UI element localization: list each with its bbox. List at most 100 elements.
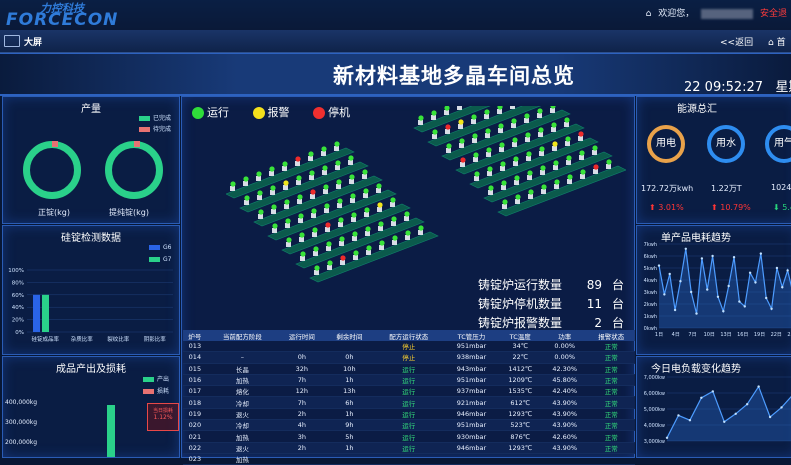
table-cell: 1h	[325, 442, 374, 454]
unit-power-chart: 7kwh6kwh5kwh4kwh3kwh2kwh1kwh0kwh1日 4日 7日 10…	[644, 242, 791, 338]
table-cell: 020	[183, 419, 207, 432]
table-row[interactable]: 017 熔化 12h 13h 运行 937mbar 1535℃ 42.40% 正常	[183, 385, 635, 398]
daily-power-chart: 7,000kw 6,000kw 5,000kw 4,000kw 3,000kw	[644, 375, 791, 445]
furnace-light	[459, 138, 465, 144]
furnace-light	[593, 164, 599, 170]
table-header-cell[interactable]: TC温度	[498, 330, 543, 341]
table-cell: 正常	[587, 374, 635, 387]
table-header-cell[interactable]: 功率	[542, 330, 588, 341]
furnace-body	[230, 186, 235, 191]
furnace-light	[272, 223, 278, 229]
table-header-cell[interactable]: 报警状态	[587, 330, 635, 341]
furnace-body	[243, 181, 248, 186]
table-cell	[206, 341, 279, 353]
furnace-light	[311, 208, 317, 214]
table-cell: 1209℃	[498, 374, 543, 387]
table-cell: 运行	[373, 374, 445, 387]
furnace-body	[284, 204, 289, 209]
product-y-tick-0: 400,000kg	[5, 399, 38, 406]
safe-exit-link[interactable]: 安全退	[760, 9, 787, 19]
table-cell: 正常	[587, 351, 635, 364]
table-cell: 停止	[373, 341, 445, 353]
table-row[interactable]: 019 退火 2h 1h 运行 946mbar 1293℃ 43.90% 正常	[183, 408, 635, 421]
unit-point	[711, 254, 714, 258]
furnace-light	[366, 245, 372, 251]
table-row[interactable]: 022 退火 2h 1h 运行 946mbar 1293℃ 43.90% 正常	[183, 442, 635, 454]
table-row[interactable]: 013 停止 951mbar 34℃ 0.00% 正常	[183, 341, 635, 353]
furnace-body	[362, 174, 367, 179]
home-link-label: 首	[776, 38, 786, 48]
table-cell: 13h	[325, 385, 374, 398]
daily-y-tick: 3,000kw	[644, 439, 665, 445]
stat-running: 铸锭炉运行数量 89 台	[478, 276, 624, 293]
home-icon[interactable]: ⌂	[646, 9, 652, 19]
furnace-light	[353, 250, 359, 256]
table-cell	[278, 453, 326, 465]
furnace-body	[405, 235, 410, 240]
loss-tooltip: 当日损耗 1.12%	[147, 403, 179, 431]
furnace-light	[485, 128, 491, 134]
table-cell: 017	[183, 385, 207, 398]
back-link[interactable]: <<返回	[720, 35, 753, 48]
table-header-cell[interactable]: 炉号	[183, 330, 207, 341]
product-y-tick-2: 200,000kg	[5, 439, 38, 446]
table-row[interactable]: 016 加热 7h 1h 运行 951mbar 1209℃ 45.80% 正常	[183, 374, 635, 387]
furnace-light	[325, 222, 331, 228]
table-row[interactable]: 020 冷却 4h 9h 运行 951mbar 523℃ 43.90% 正常	[183, 419, 635, 432]
furnace-body	[459, 143, 464, 148]
stat-running-label: 铸锭炉运行数量	[478, 278, 563, 292]
furnace-body	[391, 221, 396, 226]
legend-g7-label: G7	[163, 256, 172, 263]
furnace-body	[537, 113, 542, 118]
furnace-body	[498, 128, 503, 133]
daily-power-panel: 今日电负载变化趋势 7,000kw 6,000kw 5,000kw 4,000kw 3,…	[636, 356, 791, 458]
unit-point	[706, 288, 709, 291]
table-header-cell[interactable]: 剩余时间	[325, 330, 374, 341]
unit-point	[759, 252, 763, 255]
table-cell: 冷却	[206, 419, 279, 432]
gas-gauge: 用气	[765, 125, 791, 163]
furnace-light	[431, 110, 437, 116]
furnace-light	[474, 171, 480, 177]
table-header-cell[interactable]: 配方运行状态	[373, 330, 445, 341]
gas-gauge-label: 用气	[774, 138, 791, 149]
table-cell: 32h	[278, 363, 326, 375]
unit-point	[695, 312, 698, 315]
table-cell: 长晶	[206, 363, 279, 375]
furnace-body	[432, 134, 437, 139]
electricity-gauge: 用电	[647, 125, 685, 163]
table-row[interactable]: 021 加热 3h 5h 运行 930mbar 876℃ 42.60% 正常	[183, 430, 635, 443]
table-cell	[373, 453, 445, 465]
legend-output: 产出	[143, 374, 169, 383]
unit-point	[786, 269, 789, 272]
table-header-row: 炉号 当前配方阶段 运行时间 剩余时间 配方运行状态 TC管压力 TC温度 功率 报警状态	[183, 330, 635, 341]
furnace-body	[497, 109, 502, 114]
furnace-body	[458, 124, 463, 129]
furnace-light	[286, 237, 292, 243]
table-cell: 运行	[373, 408, 445, 421]
furnace-light	[551, 122, 557, 128]
stat-running-unit: 台	[612, 278, 625, 292]
table-row[interactable]: 023 加热	[183, 453, 635, 465]
home-link[interactable]: ⌂ 首	[768, 35, 786, 48]
furnace-light	[270, 185, 276, 191]
table-header-cell[interactable]: 当前配方阶段	[206, 330, 279, 341]
furnace-body	[282, 166, 287, 171]
table-row[interactable]: 018 冷却 7h 6h 运行 921mbar 612℃ 43.90% 正常	[183, 396, 635, 409]
furnace-body	[592, 150, 597, 155]
furnace-body	[526, 156, 531, 161]
furnace-body	[269, 171, 274, 176]
table-header-cell[interactable]: TC管压力	[444, 330, 499, 341]
unit-point	[732, 256, 736, 259]
table-row[interactable]: 014–0h 0h 停止 938mbar 22℃ 0.00% 正常	[183, 351, 635, 364]
furnace-body	[366, 250, 371, 255]
unit-point	[689, 290, 693, 294]
furnace-light	[296, 175, 302, 181]
table-row[interactable]: 015 长晶 32h 10h 运行 943mbar 1412℃ 42.30% 正常	[183, 363, 635, 375]
furnace-light	[377, 202, 383, 208]
table-header-cell[interactable]: 运行时间	[278, 330, 326, 341]
furnace-table: 炉号 当前配方阶段 运行时间 剩余时间 配方运行状态 TC管压力 TC温度 功率 报警状态 01…	[183, 330, 635, 465]
furnace-light	[379, 240, 385, 246]
monitor-icon	[4, 35, 20, 47]
furnace-light	[337, 198, 343, 204]
